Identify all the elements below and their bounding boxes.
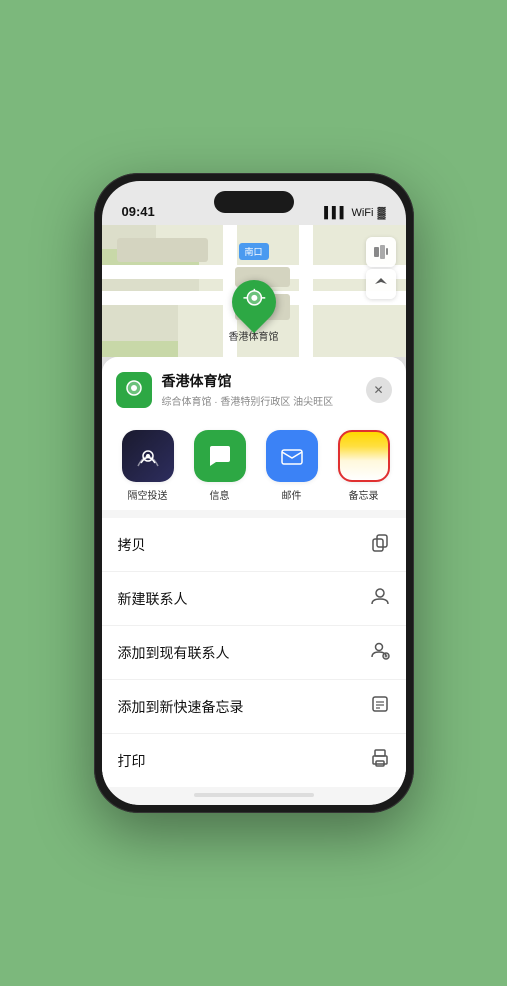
map-label: 南口 bbox=[238, 243, 268, 260]
dynamic-island bbox=[214, 191, 294, 213]
pin-circle bbox=[222, 271, 284, 333]
map-type-button[interactable] bbox=[366, 237, 396, 267]
mail-label: 邮件 bbox=[282, 487, 302, 502]
status-icons: ▌▌▌ WiFi ▓ bbox=[324, 207, 385, 219]
action-add-notes[interactable]: 添加到新快速备忘录 bbox=[102, 680, 406, 734]
venue-header: 香港体育馆 综合体育馆 · 香港特别行政区 油尖旺区 ✕ bbox=[102, 357, 406, 418]
copy-icon bbox=[370, 532, 390, 557]
wifi-icon: WiFi bbox=[351, 207, 373, 219]
share-item-airdrop[interactable]: 隔空投送 bbox=[112, 430, 184, 502]
action-add-existing[interactable]: 添加到现有联系人 bbox=[102, 626, 406, 680]
add-contact-icon bbox=[370, 640, 390, 665]
venue-icon bbox=[116, 372, 152, 408]
map-area: 南口 bbox=[102, 225, 406, 357]
notes-label: 备忘录 bbox=[349, 487, 379, 502]
quick-note-icon bbox=[370, 694, 390, 719]
action-copy-label: 拷贝 bbox=[118, 535, 146, 555]
action-copy[interactable]: 拷贝 bbox=[102, 518, 406, 572]
share-item-notes[interactable]: 备忘录 bbox=[328, 430, 400, 502]
share-item-messages[interactable]: 信息 bbox=[184, 430, 256, 502]
phone-frame: 09:41 ▌▌▌ WiFi ▓ bbox=[94, 173, 414, 813]
share-row: 隔空投送 信息 bbox=[102, 418, 406, 510]
share-item-more[interactable]: 提 bbox=[400, 430, 406, 502]
map-controls bbox=[366, 237, 396, 299]
action-print[interactable]: 打印 bbox=[102, 734, 406, 787]
location-button[interactable] bbox=[366, 269, 396, 299]
bottom-sheet: 香港体育馆 综合体育馆 · 香港特别行政区 油尖旺区 ✕ bbox=[102, 357, 406, 805]
mail-icon bbox=[266, 430, 318, 482]
new-contact-icon bbox=[370, 586, 390, 611]
share-item-mail[interactable]: 邮件 bbox=[256, 430, 328, 502]
venue-info: 香港体育馆 综合体育馆 · 香港特别行政区 油尖旺区 bbox=[162, 371, 366, 408]
notes-lines-decoration bbox=[358, 438, 370, 474]
signal-icon: ▌▌▌ bbox=[324, 207, 347, 219]
pin-inner bbox=[243, 289, 265, 316]
messages-label: 信息 bbox=[210, 487, 230, 502]
messages-icon bbox=[194, 430, 246, 482]
action-add-notes-label: 添加到新快速备忘录 bbox=[118, 697, 244, 717]
battery-icon: ▓ bbox=[377, 207, 385, 219]
close-button[interactable]: ✕ bbox=[366, 377, 392, 403]
action-print-label: 打印 bbox=[118, 751, 146, 771]
action-add-existing-label: 添加到现有联系人 bbox=[118, 643, 230, 663]
venue-name: 香港体育馆 bbox=[162, 371, 366, 391]
airdrop-label: 隔空投送 bbox=[128, 487, 168, 502]
action-new-contact-label: 新建联系人 bbox=[118, 589, 188, 609]
phone-screen: 09:41 ▌▌▌ WiFi ▓ bbox=[102, 181, 406, 805]
venue-subtitle: 综合体育馆 · 香港特别行政区 油尖旺区 bbox=[162, 393, 366, 408]
action-list: 拷贝 新建联系人 bbox=[102, 518, 406, 787]
airdrop-icon bbox=[122, 430, 174, 482]
bottom-handle bbox=[194, 793, 314, 797]
print-icon bbox=[370, 748, 390, 773]
notes-icon bbox=[338, 430, 390, 482]
location-pin: 香港体育馆 bbox=[229, 280, 279, 343]
status-time: 09:41 bbox=[122, 204, 155, 219]
action-new-contact[interactable]: 新建联系人 bbox=[102, 572, 406, 626]
